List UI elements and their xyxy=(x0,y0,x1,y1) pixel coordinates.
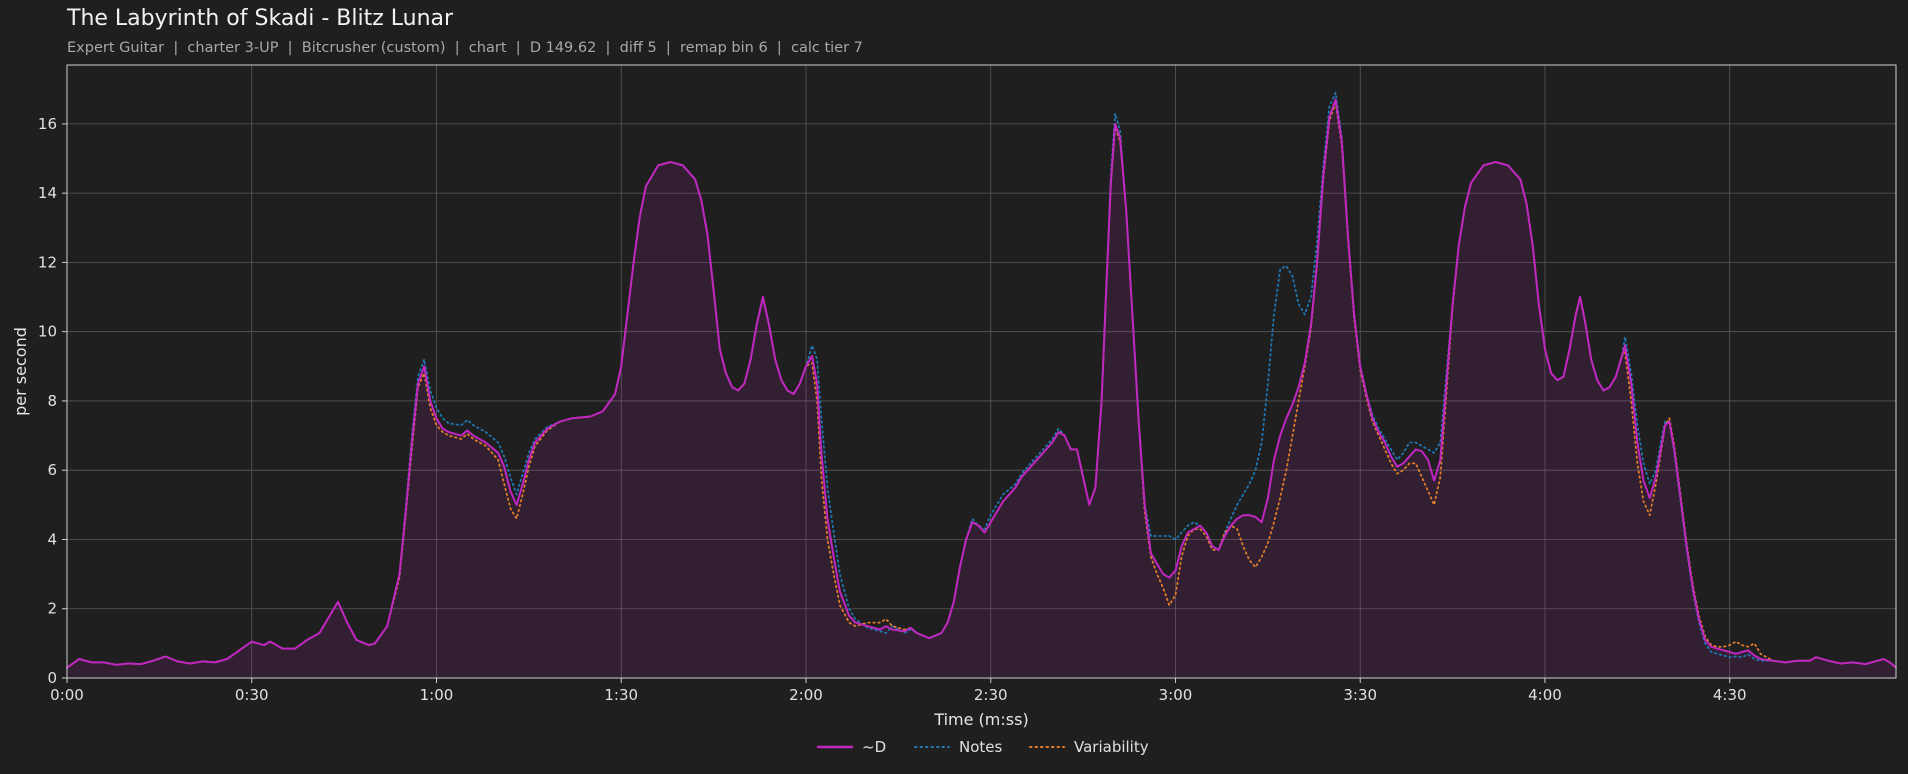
legend-label: Notes xyxy=(959,738,1003,756)
x-tick-label: 1:00 xyxy=(420,686,454,704)
y-axis-ticks: 0 2 4 6 8 10 12 14 16 xyxy=(38,115,67,687)
legend-label: Variability xyxy=(1074,738,1149,756)
x-tick-label: 2:30 xyxy=(974,686,1008,704)
y-tick-label: 6 xyxy=(47,461,57,479)
x-tick-label: 4:00 xyxy=(1528,686,1562,704)
y-tick-label: 2 xyxy=(47,600,57,618)
y-axis-title: per second xyxy=(11,327,30,416)
y-tick-label: 0 xyxy=(47,669,57,687)
x-tick-label: 3:00 xyxy=(1159,686,1193,704)
y-tick-label: 16 xyxy=(38,115,57,133)
y-tick-label: 8 xyxy=(47,392,57,410)
x-tick-label: 1:30 xyxy=(604,686,638,704)
y-tick-label: 10 xyxy=(38,323,57,341)
x-tick-label: 0:00 xyxy=(50,686,84,704)
legend: ~D Notes Variability xyxy=(816,738,1149,756)
x-axis-title: Time (m:ss) xyxy=(933,710,1028,729)
x-axis-ticks: 0:00 0:30 1:00 1:30 2:00 2:30 3:00 3:30 4:00 4:30 xyxy=(50,678,1747,704)
x-tick-label: 0:30 xyxy=(235,686,269,704)
x-tick-label: 3:30 xyxy=(1343,686,1377,704)
y-tick-label: 14 xyxy=(38,184,57,202)
chart-area: 0:00 0:30 1:00 1:30 2:00 2:30 3:00 3:30 4:00 4:30… xyxy=(11,64,1897,756)
y-tick-label: 4 xyxy=(47,530,57,548)
legend-label: ~D xyxy=(862,738,886,756)
x-tick-label: 4:30 xyxy=(1713,686,1747,704)
x-tick-label: 2:00 xyxy=(789,686,823,704)
y-tick-label: 12 xyxy=(38,253,57,271)
